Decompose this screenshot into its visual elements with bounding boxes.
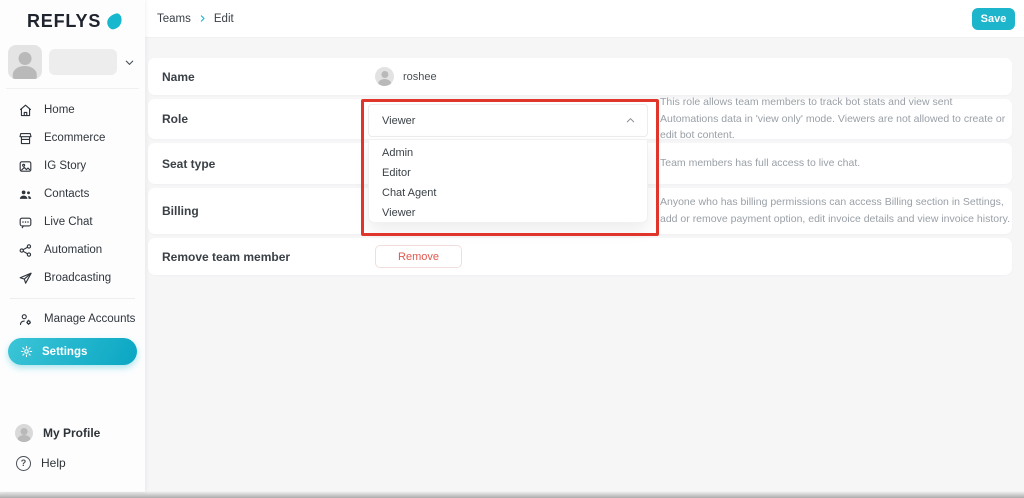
network-icon [18, 243, 33, 258]
role-description: This role allows team members to track b… [660, 94, 1012, 144]
sidebar-item-label: My Profile [43, 426, 100, 440]
seat-type-label: Seat type [162, 157, 215, 171]
brand-name: REFLYS [27, 11, 101, 32]
role-label: Role [162, 112, 188, 126]
name-row: Name roshee [148, 58, 1012, 95]
sidebar-item-contacts[interactable]: Contacts [0, 180, 145, 208]
member-identity: roshee [375, 67, 437, 86]
role-selected-value: Viewer [382, 115, 415, 127]
sidebar-item-label: Broadcasting [44, 272, 111, 284]
sidebar-item-label: Manage Accounts [44, 313, 135, 325]
brand-swoosh-icon [106, 13, 124, 31]
home-icon [18, 103, 33, 118]
image-icon [18, 159, 33, 174]
sidebar-item-ecommerce[interactable]: Ecommerce [0, 124, 145, 152]
billing-description: Anyone who has billing permissions can a… [660, 194, 1012, 228]
role-option-editor[interactable]: Editor [369, 163, 647, 183]
breadcrumb-edit: Edit [214, 13, 234, 25]
help-icon: ? [16, 456, 31, 471]
sidebar-item-label: Help [41, 456, 66, 470]
account-switcher[interactable] [6, 40, 139, 89]
sidebar-footer: My Profile ? Help [0, 418, 145, 478]
save-button[interactable]: Save [972, 8, 1015, 30]
blurred-username [49, 49, 117, 75]
user-gear-icon [18, 312, 33, 327]
role-dropdown-menu: Admin Editor Chat Agent Viewer [368, 139, 648, 223]
breadcrumb: Teams Edit [145, 13, 234, 25]
account-avatar [8, 45, 42, 79]
sidebar-item-broadcasting[interactable]: Broadcasting [0, 264, 145, 292]
sidebar-item-label: Contacts [44, 188, 89, 200]
breadcrumb-chevron-icon [198, 14, 207, 23]
sidebar-divider [10, 298, 135, 299]
chevron-up-icon [625, 115, 636, 126]
chat-bubble-icon [18, 215, 33, 230]
role-option-viewer[interactable]: Viewer [369, 203, 647, 223]
profile-avatar-icon [15, 424, 33, 442]
sidebar-nav: Home Ecommerce IG Story Contacts Live Ch… [0, 89, 145, 365]
sidebar-item-manage-accounts[interactable]: Manage Accounts [0, 305, 145, 333]
seat-type-description: Team members has full access to live cha… [660, 155, 1012, 172]
member-avatar [375, 67, 394, 86]
sidebar-item-label: Ecommerce [44, 132, 105, 144]
sidebar-item-live-chat[interactable]: Live Chat [0, 208, 145, 236]
sidebar-item-ig-story[interactable]: IG Story [0, 152, 145, 180]
breadcrumb-teams[interactable]: Teams [157, 13, 191, 25]
paper-plane-icon [18, 271, 33, 286]
sidebar-item-label: Live Chat [44, 216, 93, 228]
sidebar-item-label: Automation [44, 244, 102, 256]
people-icon [18, 187, 33, 202]
gear-icon [20, 345, 33, 358]
name-label: Name [162, 70, 195, 84]
brand-logo[interactable]: REFLYS [0, 0, 145, 38]
sidebar-item-automation[interactable]: Automation [0, 236, 145, 264]
sidebar-item-my-profile[interactable]: My Profile [0, 418, 145, 448]
role-option-chat-agent[interactable]: Chat Agent [369, 183, 647, 203]
remove-button[interactable]: Remove [375, 245, 462, 268]
sidebar-item-label: Home [44, 104, 75, 116]
chevron-down-icon [124, 57, 135, 68]
storefront-icon [18, 131, 33, 146]
sidebar-item-label: Settings [42, 346, 87, 358]
sidebar-item-home[interactable]: Home [0, 96, 145, 124]
remove-member-row: Remove team member Remove [148, 238, 1012, 275]
remove-member-label: Remove team member [162, 250, 290, 264]
window-bottom-edge [0, 491, 1024, 498]
role-select[interactable]: Viewer [368, 104, 648, 137]
top-bar: Teams Edit Save [145, 0, 1024, 38]
sidebar-item-label: IG Story [44, 160, 86, 172]
sidebar-item-help[interactable]: ? Help [0, 448, 145, 478]
billing-label: Billing [162, 204, 199, 218]
sidebar: REFLYS Home Ecommerce IG Story Contacts … [0, 0, 145, 492]
sidebar-item-settings[interactable]: Settings [8, 338, 137, 365]
role-option-admin[interactable]: Admin [369, 143, 647, 163]
member-name: roshee [403, 71, 437, 83]
